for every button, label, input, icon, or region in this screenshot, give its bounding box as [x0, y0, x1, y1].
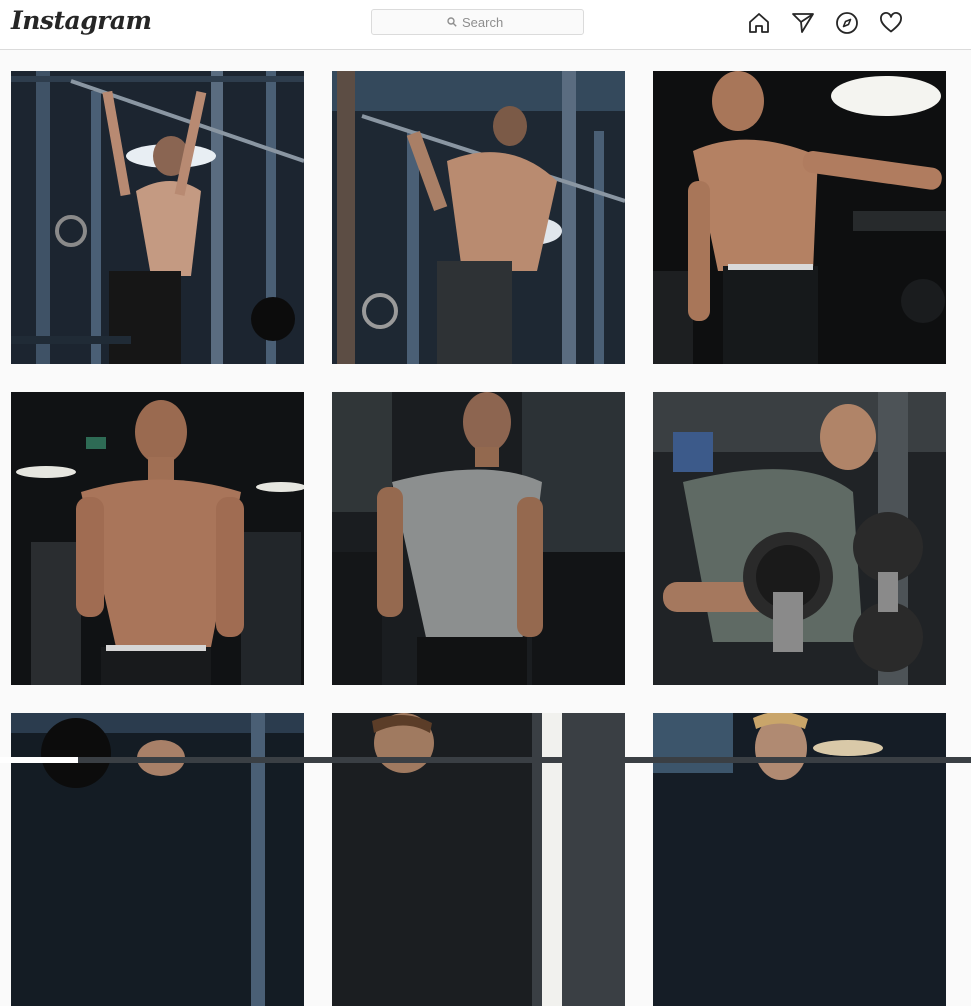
post-image [11, 392, 304, 685]
post-grid [0, 50, 971, 1006]
direct-message-icon[interactable] [791, 11, 815, 35]
post-thumbnail[interactable] [653, 392, 946, 685]
post-thumbnail[interactable] [332, 71, 625, 364]
activity-heart-icon[interactable] [879, 11, 903, 35]
search-placeholder: Search [462, 15, 504, 30]
post-thumbnail[interactable] [11, 71, 304, 364]
post-image [653, 71, 946, 364]
post-image [332, 71, 625, 364]
post-image [653, 392, 946, 685]
post-thumbnail[interactable] [332, 392, 625, 685]
explore-icon[interactable] [835, 11, 859, 35]
scrollbar-thumb[interactable] [0, 757, 78, 763]
post-thumbnail[interactable] [11, 392, 304, 685]
horizontal-scrollbar[interactable] [0, 757, 971, 763]
search-icon [447, 17, 457, 27]
instagram-logo[interactable]: Instagram [11, 6, 152, 35]
home-icon[interactable] [747, 11, 771, 35]
search-input[interactable]: Search [371, 9, 584, 35]
post-image [332, 392, 625, 685]
post-image [11, 71, 304, 364]
top-navigation-bar: Instagram Search [0, 0, 971, 50]
post-thumbnail[interactable] [653, 71, 946, 364]
